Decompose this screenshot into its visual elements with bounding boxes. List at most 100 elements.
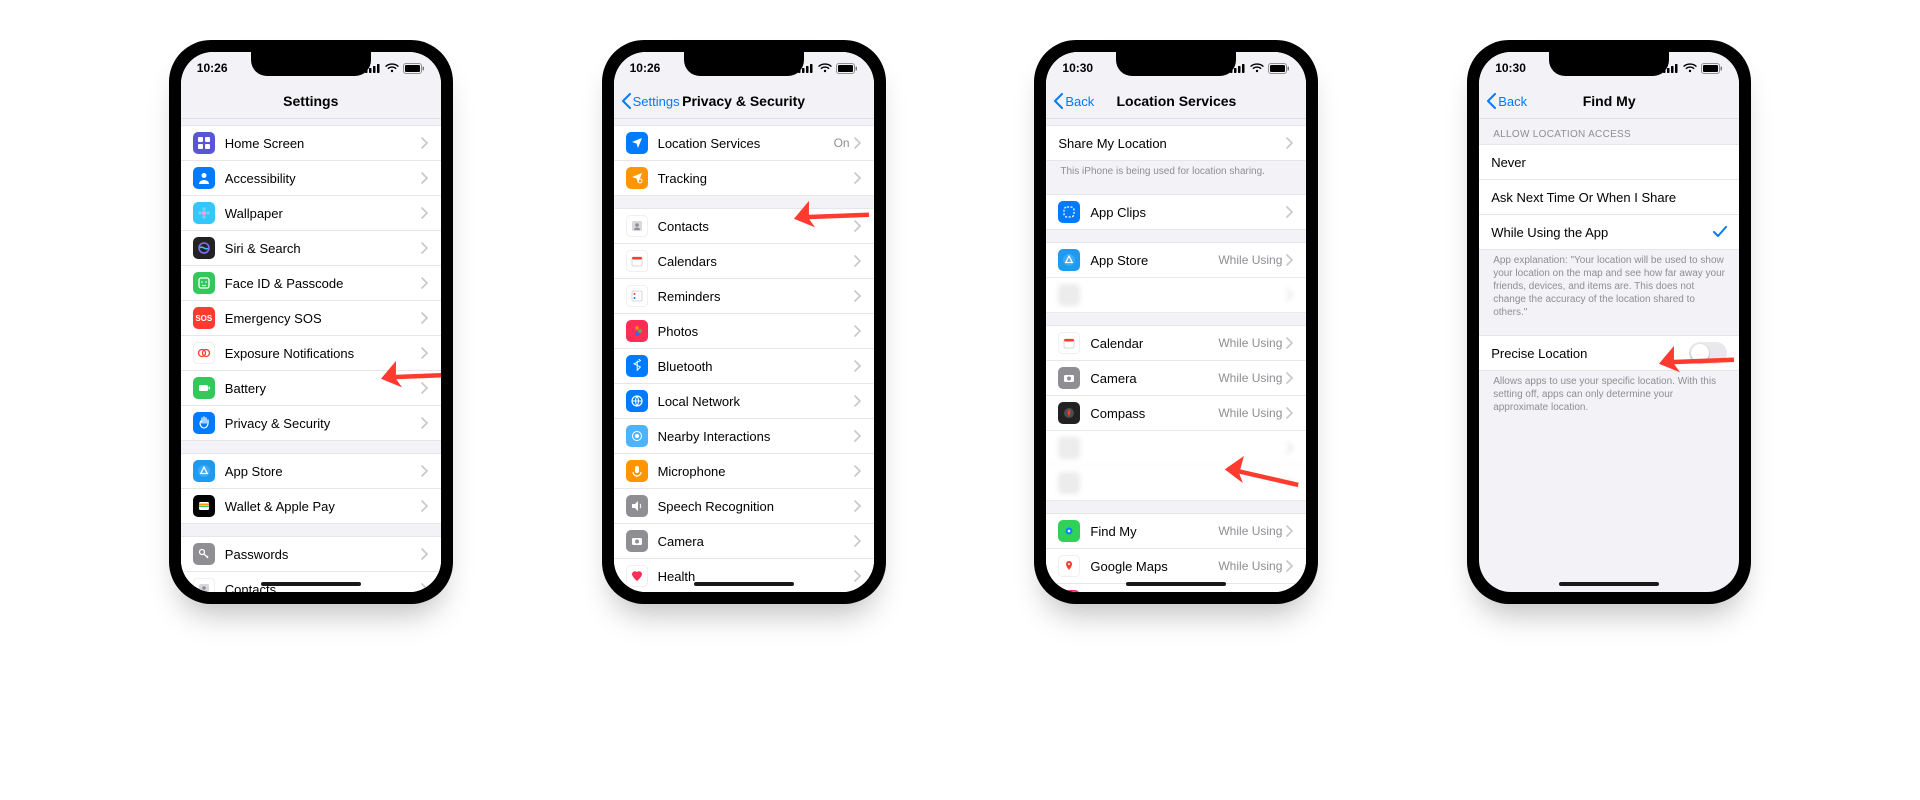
home-indicator [1126, 582, 1226, 586]
row-share-loc[interactable]: Share My Location [1046, 126, 1306, 160]
calendar2-icon [1058, 332, 1080, 354]
row-label: Tracking [658, 171, 854, 186]
health-icon [626, 565, 648, 587]
camera-icon [626, 530, 648, 552]
row-accessibility[interactable]: Accessibility [181, 161, 441, 196]
row-appstore[interactable]: App Store [181, 454, 441, 489]
chevron-right-icon [421, 500, 429, 512]
row-label: Emergency SOS [225, 311, 421, 326]
wallet-icon [193, 495, 215, 517]
row-precise[interactable]: Precise Location [1479, 336, 1739, 370]
row-speech[interactable]: Speech Recognition [614, 489, 874, 524]
row-camera[interactable]: Camera [614, 524, 874, 559]
row-label: Privacy & Security [225, 416, 421, 431]
row-label: Photos [658, 324, 854, 339]
row-label: Face ID & Passcode [225, 276, 421, 291]
row-nearby[interactable]: Nearby Interactions [614, 419, 874, 454]
chevron-right-icon [1286, 206, 1294, 218]
row-privacy[interactable]: Privacy & Security [181, 406, 441, 440]
row-location[interactable]: Location ServicesOn [614, 126, 874, 161]
chevron-right-icon [1286, 407, 1294, 419]
row-label: App Store [225, 464, 421, 479]
chevron-right-icon [421, 312, 429, 324]
group-footer: Allows apps to use your specific locatio… [1479, 371, 1739, 418]
row-wallet[interactable]: Wallet & Apple Pay [181, 489, 441, 523]
mic-icon [626, 460, 648, 482]
row-faceid[interactable]: Face ID & Passcode [181, 266, 441, 301]
page-title: Location Services [1116, 93, 1236, 109]
row-appstore2[interactable]: App StoreWhile Using [1046, 243, 1306, 278]
row-blur2[interactable] [1046, 431, 1306, 466]
chevron-right-icon [854, 465, 862, 477]
row-label: Find My [1090, 524, 1218, 539]
location-icon [626, 132, 648, 154]
row-label: Accessibility [225, 171, 421, 186]
row-findmy[interactable]: Find MyWhile Using [1046, 514, 1306, 549]
siri-icon [193, 237, 215, 259]
row-gmaps[interactable]: Google MapsWhile Using [1046, 549, 1306, 584]
status-icons [798, 63, 858, 74]
chevron-right-icon [421, 207, 429, 219]
home-screen-icon [193, 132, 215, 154]
row-tracking[interactable]: Tracking [614, 161, 874, 195]
row-label: Ask Next Time Or When I Share [1491, 190, 1727, 205]
row-bluetooth[interactable]: Bluetooth [614, 349, 874, 384]
chevron-right-icon [421, 172, 429, 184]
row-label: Bluetooth [658, 359, 854, 374]
row-passwords[interactable]: Passwords [181, 537, 441, 572]
exposure-icon [193, 342, 215, 364]
row-contacts[interactable]: Contacts [614, 209, 874, 244]
row-asknext[interactable]: Ask Next Time Or When I Share [1479, 180, 1739, 215]
row-blur1[interactable] [1046, 278, 1306, 312]
group-footer: App explanation: "Your location will be … [1479, 250, 1739, 323]
speech-icon [626, 495, 648, 517]
chevron-right-icon [854, 220, 862, 232]
home-indicator [694, 582, 794, 586]
row-while[interactable]: While Using the App [1479, 215, 1739, 249]
back-button[interactable]: Back [1487, 84, 1527, 118]
row-label: Never [1491, 155, 1727, 170]
row-never[interactable]: Never [1479, 145, 1739, 180]
checkmark-icon [1713, 226, 1727, 238]
row-reminders[interactable]: Reminders [614, 279, 874, 314]
navbar: Settings [181, 84, 441, 119]
navbar: Back Location Services [1046, 84, 1306, 119]
row-calendars[interactable]: Calendars [614, 244, 874, 279]
clock: 10:26 [630, 61, 661, 75]
back-button[interactable]: Settings [622, 84, 680, 118]
row-wallpaper[interactable]: Wallpaper [181, 196, 441, 231]
chevron-right-icon [1286, 560, 1294, 572]
row-value: On [834, 136, 850, 150]
row-blur3[interactable] [1046, 466, 1306, 500]
chevron-right-icon [421, 417, 429, 429]
row-mic[interactable]: Microphone [614, 454, 874, 489]
row-home-screen[interactable]: Home Screen [181, 126, 441, 161]
row-siri[interactable]: Siri & Search [181, 231, 441, 266]
chevron-right-icon [421, 137, 429, 149]
chevron-right-icon [1286, 477, 1294, 489]
chevron-right-icon [854, 172, 862, 184]
row-compass[interactable]: CompassWhile Using [1046, 396, 1306, 431]
chevron-right-icon [421, 583, 429, 592]
row-label: Home Screen [225, 136, 421, 151]
row-exposure[interactable]: Exposure Notifications [181, 336, 441, 371]
photos-icon [626, 320, 648, 342]
chevron-right-icon [421, 382, 429, 394]
wallpaper-icon [193, 202, 215, 224]
row-photos[interactable]: Photos [614, 314, 874, 349]
back-button[interactable]: Back [1054, 84, 1094, 118]
row-label: Precise Location [1491, 346, 1689, 361]
toggle-precise[interactable] [1689, 342, 1727, 364]
row-sos[interactable]: SOSEmergency SOS [181, 301, 441, 336]
row-appclips[interactable]: App Clips [1046, 195, 1306, 229]
row-health[interactable]: Health [614, 559, 874, 592]
chevron-right-icon [854, 137, 862, 149]
row-label: Siri & Search [225, 241, 421, 256]
row-value: While Using [1218, 559, 1282, 573]
gmaps-icon [1058, 555, 1080, 577]
row-calendar2[interactable]: CalendarWhile Using [1046, 326, 1306, 361]
row-battery[interactable]: Battery [181, 371, 441, 406]
appstore2-icon [1058, 249, 1080, 271]
row-camera2[interactable]: CameraWhile Using [1046, 361, 1306, 396]
row-localnet[interactable]: Local Network [614, 384, 874, 419]
